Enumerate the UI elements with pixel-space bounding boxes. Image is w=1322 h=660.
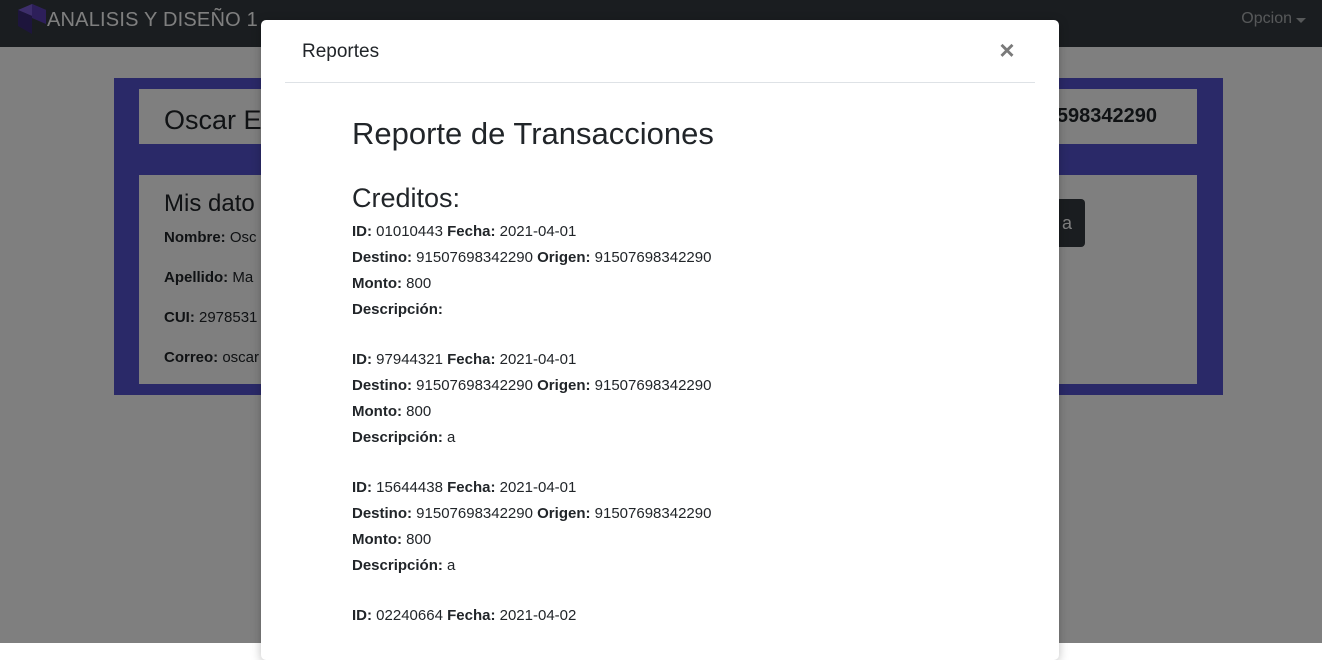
- txn-id-line: ID: 01010443 Fecha: 2021-04-01: [352, 222, 577, 240]
- txn-route-line: Destino: 91507698342290 Origen: 91507698…: [352, 376, 712, 394]
- modal-header: Reportes ×: [285, 20, 1035, 83]
- txn-id-line: ID: 97944321 Fecha: 2021-04-01: [352, 350, 577, 368]
- txn-route-line: Destino: 91507698342290 Origen: 91507698…: [352, 504, 712, 522]
- txn-route-line: Destino: 91507698342290 Origen: 91507698…: [352, 248, 712, 266]
- txn-amount-line: Monto: 800: [352, 530, 432, 548]
- txn-id-line: ID: 15644438 Fecha: 2021-04-01: [352, 478, 577, 496]
- close-icon[interactable]: ×: [997, 36, 1017, 64]
- reports-modal: Reportes × Reporte de Transacciones Cred…: [261, 20, 1059, 660]
- txn-description-line: Descripción: a: [352, 556, 456, 574]
- transaction-item: ID: 01010443 Fecha: 2021-04-01 Destino: …: [352, 219, 972, 323]
- transaction-item: ID: 02240664 Fecha: 2021-04-02: [352, 603, 972, 629]
- txn-description-line: Descripción:: [352, 300, 443, 318]
- credits-section-title: Creditos:: [352, 183, 461, 214]
- modal-body: Reporte de Transacciones Creditos: ID: 0…: [352, 115, 972, 653]
- transaction-item: ID: 97944321 Fecha: 2021-04-01 Destino: …: [352, 347, 972, 451]
- txn-amount-line: Monto: 800: [352, 274, 432, 292]
- txn-amount-line: Monto: 800: [352, 402, 432, 420]
- txn-description-line: Descripción: a: [352, 428, 456, 446]
- txn-id-line: ID: 02240664 Fecha: 2021-04-02: [352, 606, 577, 624]
- transaction-item: ID: 15644438 Fecha: 2021-04-01 Destino: …: [352, 475, 972, 579]
- modal-title: Reportes: [302, 41, 380, 62]
- report-title: Reporte de Transacciones: [352, 116, 714, 151]
